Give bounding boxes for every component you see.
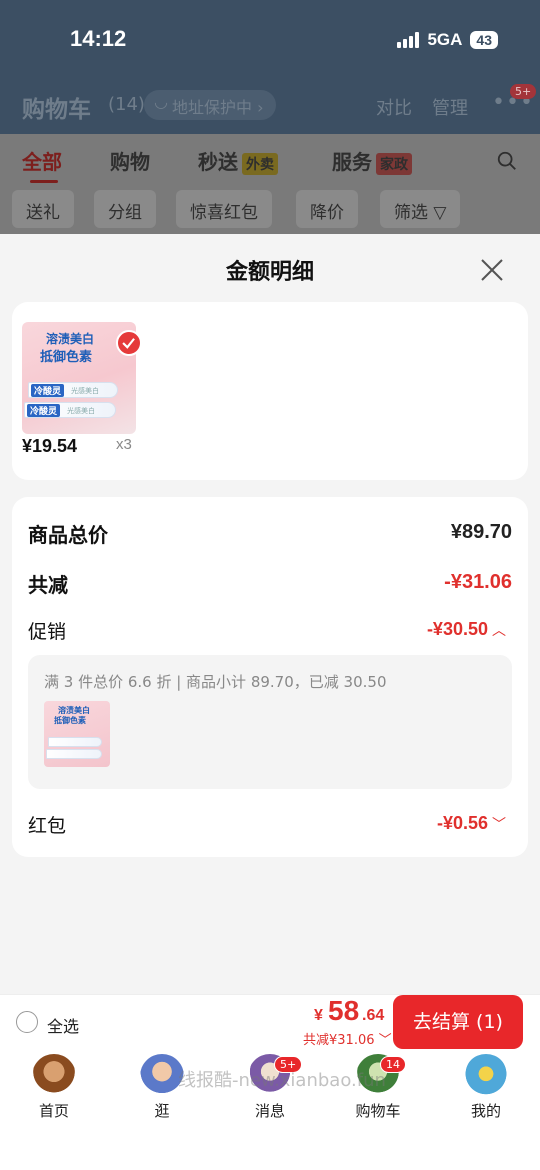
tab-flash-delivery-label: 秒送 [198,150,238,174]
product-image-text-2: 抵御色素 [40,350,93,365]
tabbar-home-label: 首页 [38,1102,69,1120]
toothpaste-tube-1: 冷酸灵 光感美白 [28,382,118,398]
battery-icon: 43 [470,31,498,49]
sheet-title: 金额明细 [225,260,314,285]
cart-header: 购物车 (14) ◡ 地址保护中 › 对比 管理 ••• 5+ [0,82,540,134]
chip-price-drop[interactable]: 降价 [296,190,358,228]
tube-brand: 冷酸灵 [27,404,61,417]
address-protection-label: 地址保护中 [172,98,253,117]
product-image-text-1: 溶渍美白 [46,332,95,346]
thumb-tube-2 [46,749,102,759]
product-card: 溶渍美白 抵御色素 冷酸灵 光感美白 冷酸灵 光感美白 ¥19.54 x3 [12,302,528,480]
promotion-product-thumbnail[interactable]: 溶渍美白 抵御色素 [44,701,110,767]
tab-active-indicator [30,180,58,183]
chip-red-packet[interactable]: 惊喜红包 [176,190,272,228]
tab-all[interactable]: 全部 [22,146,62,175]
tube-sub: 光感美白 [67,407,95,415]
promotion-row-toggle[interactable]: -¥30.50 ︿ [427,619,506,640]
promotion-detail-text: 满 3 件总价 6.6 折 | 商品小计 89.70，已减 30.50 [44,673,387,691]
chevron-up-icon: ︿ [492,622,506,638]
chip-filter[interactable]: 筛选 ▽ [380,190,461,228]
network-type: 5GA [427,30,463,49]
checkout-bar: 全选 ¥ 58 .64 共减¥31.06 ﹀ 去结算 (1) [0,994,540,1052]
tabbar-browse-label: 逛 [154,1102,170,1120]
home-icon [32,1054,76,1098]
tube-sub: 光感美白 [71,387,99,395]
total-decimal: .64 [362,1007,385,1024]
chevron-down-icon: ﹀ [374,1033,392,1048]
compare-button[interactable]: 对比 [376,94,412,120]
tabbar-messages-label: 消息 [254,1102,285,1120]
select-all-label[interactable]: 全选 [47,1013,79,1037]
goods-total-value: ¥89.70 [450,521,512,543]
signal-icon [397,32,420,48]
chevron-down-icon: ﹀ [492,816,506,832]
promotion-label: 促销 [28,621,67,643]
address-protection-pill[interactable]: ◡ 地址保护中 › [144,90,276,120]
watermark-text: 线报酷-new.xianbao.fun [178,1070,386,1091]
promotion-value: -¥30.50 [426,619,488,639]
tab-services[interactable]: 服务 家政 [332,146,412,175]
tabbar-mine-label: 我的 [470,1102,501,1120]
promotion-detail-box: 满 3 件总价 6.6 折 | 商品小计 89.70，已减 30.50 溶渍美白… [28,655,512,789]
currency-symbol: ¥ [314,1007,323,1024]
amount-detail-sheet: 金额明细 溶渍美白 抵御色素 冷酸灵 光感美白 冷酸灵 光感美白 ¥19.54 … [0,234,540,994]
smile-icon: ◡ [154,92,168,111]
tube-brand: 冷酸灵 [31,384,65,397]
tabbar-cart-label: 购物车 [355,1102,401,1120]
select-all-checkbox[interactable] [16,1011,38,1033]
takeaway-tag: 外卖 [242,152,278,175]
chip-filter-label: 筛选 [394,203,428,223]
toothpaste-tube-2: 冷酸灵 光感美白 [24,402,116,418]
tabbar-home[interactable]: 首页 [14,1052,94,1121]
page-title: 购物车 [22,97,91,123]
category-tabs: 全部 购物 秒送 外卖 服务 家政 送礼 分组 惊喜红包 降价 筛选 ▽ [0,134,540,234]
chevron-right-icon: › [257,98,264,117]
total-reduce-toggle[interactable]: 共减¥31.06 ﹀ [303,1029,392,1048]
red-packet-value: -¥0.56 [436,813,488,833]
manage-button[interactable]: 管理 [432,94,468,120]
status-indicators: 5GA 43 [397,30,498,50]
goods-total-label: 商品总价 [28,523,108,547]
thumb-tube-1 [48,737,102,747]
housekeeping-tag: 家政 [376,152,412,175]
chip-gift[interactable]: 送礼 [12,190,74,228]
search-icon[interactable] [496,150,518,172]
price-detail-card: 商品总价 ¥89.70 共减 -¥31.06 促销 -¥30.50 ︿ 满 3 件… [12,497,528,857]
chip-group[interactable]: 分组 [94,190,156,228]
selected-check-icon[interactable] [116,330,142,356]
close-icon[interactable] [478,256,506,284]
more-badge: 5+ [510,84,537,99]
total-integer: 58 [328,995,360,1026]
checkout-button[interactable]: 去结算 (1) [393,995,523,1049]
product-price: ¥19.54 [22,436,78,456]
filter-icon: ▽ [433,203,447,223]
red-packet-row-toggle[interactable]: -¥0.56 ﹀ [437,813,506,834]
red-packet-label: 红包 [28,815,67,837]
cart-count: (14) [108,94,145,115]
status-bar: 14:12 5GA 43 [0,0,540,82]
total-reduce-label: 共减 [28,573,68,597]
thumb-text-2: 抵御色素 [54,716,86,725]
checkout-reduce-text: 共减¥31.06 [303,1033,375,1048]
profile-icon [464,1054,508,1098]
tab-services-label: 服务 [332,150,372,174]
tabbar-mine[interactable]: 我的 [446,1052,526,1121]
total-reduce-value: -¥31.06 [444,571,512,593]
status-time: 14:12 [70,26,127,51]
tab-flash-delivery[interactable]: 秒送 外卖 [198,146,278,175]
product-quantity: x3 [116,436,132,453]
tab-shopping[interactable]: 购物 [110,146,150,175]
